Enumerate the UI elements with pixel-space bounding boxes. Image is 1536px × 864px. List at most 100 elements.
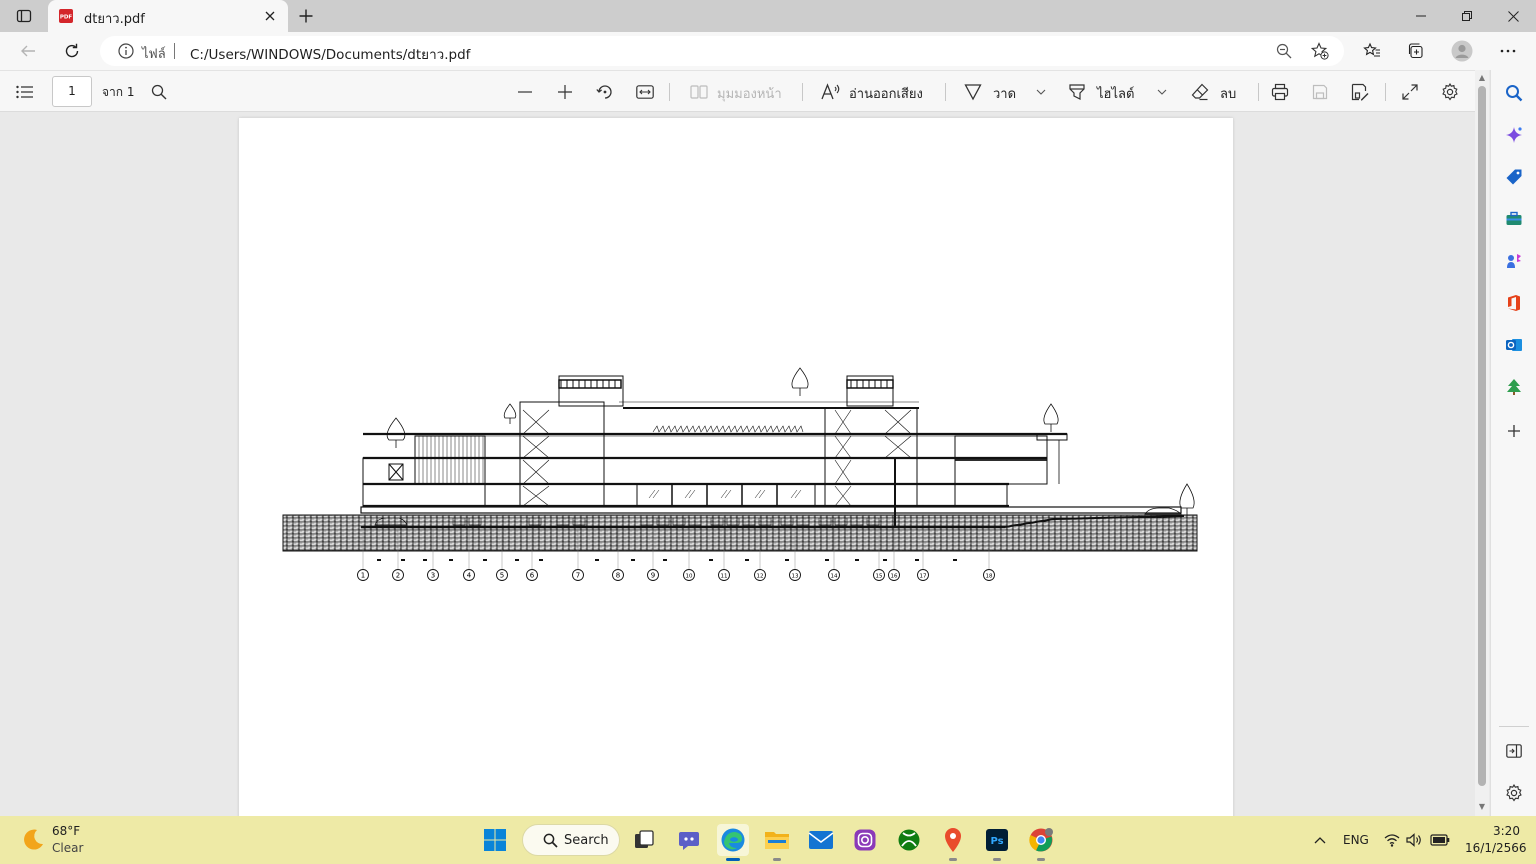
- add-favorite-icon[interactable]: [1310, 41, 1330, 61]
- add-sidebar-app-icon[interactable]: [1503, 420, 1525, 442]
- new-tab-icon[interactable]: [296, 6, 316, 26]
- highlight-icon[interactable]: [1066, 81, 1088, 103]
- tree-icon[interactable]: [1503, 376, 1525, 398]
- title-bar: PDF dtยาว.pdf: [0, 0, 1536, 32]
- page-count-label: จาก 1: [102, 85, 135, 99]
- highlight-options-chevron-icon[interactable]: [1151, 81, 1173, 103]
- pdf-viewport[interactable]: 1 2 3 4 5 6 7 8 9 10 11 12 13 14 15 16 17 18: [0, 112, 1475, 816]
- volume-icon[interactable]: [1404, 830, 1424, 850]
- page-number-input[interactable]: 1: [52, 76, 92, 107]
- grid-label: 3: [431, 572, 435, 580]
- find-icon[interactable]: [148, 81, 170, 103]
- eraser-icon[interactable]: [1189, 81, 1211, 103]
- draw-button[interactable]: วาด: [993, 83, 1016, 104]
- battery-icon[interactable]: [1430, 830, 1450, 850]
- svg-text:Ps: Ps: [990, 836, 1003, 847]
- clock-date[interactable]: 16/1/2566: [1465, 841, 1527, 855]
- zoom-out-icon[interactable]: [1274, 41, 1294, 61]
- scrollbar-thumb[interactable]: [1478, 86, 1486, 786]
- taskbar-search[interactable]: Search: [522, 824, 620, 856]
- weather-condition[interactable]: Clear: [52, 841, 83, 855]
- grid-label: 7: [576, 572, 580, 580]
- read-aloud-icon[interactable]: [820, 81, 842, 103]
- file-explorer-icon[interactable]: [761, 824, 793, 861]
- show-hidden-icons-chevron-icon[interactable]: [1310, 830, 1330, 850]
- maps-pin-icon[interactable]: [937, 824, 969, 861]
- sidebar-search-icon[interactable]: [1503, 82, 1525, 104]
- tools-briefcase-icon[interactable]: [1503, 208, 1525, 230]
- outlook-icon[interactable]: [1503, 334, 1525, 356]
- grid-label: 11: [721, 574, 728, 580]
- running-app-indicator: [949, 858, 957, 861]
- info-icon[interactable]: [118, 43, 134, 59]
- chrome-icon[interactable]: [1025, 824, 1057, 861]
- pdf-favicon-text: PDF: [60, 15, 73, 21]
- photoshop-icon[interactable]: Ps: [981, 824, 1013, 861]
- close-window-icon[interactable]: [1490, 0, 1536, 32]
- highlight-button[interactable]: ไฮไลต์: [1097, 83, 1134, 104]
- zoom-in-pdf-icon[interactable]: [554, 81, 576, 103]
- task-view-icon[interactable]: [628, 824, 660, 856]
- grid-label: 15: [876, 574, 883, 580]
- draw-options-chevron-icon[interactable]: [1030, 81, 1052, 103]
- scroll-down-icon[interactable]: ▼: [1477, 802, 1487, 812]
- sidebar-settings-icon[interactable]: [1503, 782, 1525, 804]
- xbox-icon[interactable]: [893, 824, 925, 856]
- tab-title: dtยาว.pdf: [84, 12, 145, 27]
- office-icon[interactable]: [1503, 292, 1525, 314]
- address-bar[interactable]: ไฟล์ C:/Users/WINDOWS/Documents/dtยาว.pd…: [100, 36, 1344, 66]
- building-section-drawing: 1 2 3 4 5 6 7 8 9 10 11 12 13 14 15 16 17 18: [282, 367, 1198, 581]
- copilot-sparkle-icon[interactable]: [1503, 124, 1525, 146]
- more-options-icon[interactable]: [1496, 39, 1520, 63]
- pdf-page: 1 2 3 4 5 6 7 8 9 10 11 12 13 14 15 16 17 18: [239, 118, 1233, 816]
- settings-icon[interactable]: [1439, 81, 1461, 103]
- grid-label: 17: [920, 574, 927, 580]
- instagram-icon[interactable]: [849, 824, 881, 856]
- print-icon[interactable]: [1269, 81, 1291, 103]
- minimize-icon[interactable]: [1398, 0, 1444, 32]
- refresh-icon[interactable]: [60, 39, 84, 63]
- toolbar-divider: [945, 83, 946, 101]
- read-aloud-button[interactable]: อ่านออกเสียง: [849, 83, 923, 104]
- taskbar-search-label: Search: [564, 833, 609, 848]
- wifi-icon[interactable]: [1382, 830, 1402, 850]
- erase-button[interactable]: ลบ: [1220, 83, 1236, 104]
- full-screen-icon[interactable]: [1399, 81, 1421, 103]
- grid-label: 16: [891, 574, 898, 580]
- clock-time[interactable]: 3:20: [1493, 824, 1520, 838]
- games-icon[interactable]: [1503, 250, 1525, 272]
- zoom-out-pdf-icon[interactable]: [514, 81, 536, 103]
- moon-icon[interactable]: [20, 827, 46, 853]
- scroll-up-icon[interactable]: ▲: [1477, 73, 1487, 83]
- running-app-indicator: [993, 858, 1001, 861]
- save-as-icon[interactable]: [1349, 81, 1371, 103]
- table-of-contents-icon[interactable]: [14, 81, 36, 103]
- favorites-icon[interactable]: [1360, 39, 1384, 63]
- site-info-label[interactable]: ไฟล์: [142, 43, 166, 64]
- running-app-indicator: [1037, 858, 1045, 861]
- vertical-scrollbar[interactable]: ▲ ▼: [1475, 70, 1489, 816]
- draw-icon[interactable]: [962, 81, 984, 103]
- restore-icon[interactable]: [1444, 0, 1490, 32]
- tab-active[interactable]: PDF dtยาว.pdf: [48, 0, 288, 32]
- tab-actions-icon[interactable]: [14, 6, 34, 26]
- back-icon[interactable]: [16, 39, 40, 63]
- url-text[interactable]: C:/Users/WINDOWS/Documents/dtยาว.pdf: [190, 43, 470, 65]
- shopping-tag-icon[interactable]: [1503, 166, 1525, 188]
- collections-icon[interactable]: [1404, 39, 1428, 63]
- profile-avatar[interactable]: [1450, 39, 1474, 63]
- fit-to-width-icon[interactable]: [634, 81, 656, 103]
- hide-sidebar-icon[interactable]: [1503, 740, 1525, 762]
- input-language-label[interactable]: ENG: [1343, 833, 1369, 847]
- edge-browser-icon[interactable]: [717, 824, 749, 861]
- weather-temperature[interactable]: 68°F: [52, 824, 80, 838]
- mail-icon[interactable]: [805, 824, 837, 856]
- start-button[interactable]: [479, 824, 511, 856]
- sidebar-divider: [1499, 726, 1529, 727]
- grid-label: 4: [467, 572, 472, 580]
- rotate-icon[interactable]: [594, 81, 616, 103]
- grid-label: 13: [792, 574, 799, 580]
- chat-icon[interactable]: [673, 824, 705, 856]
- grid-label: 14: [831, 574, 838, 580]
- close-tab-icon[interactable]: [260, 6, 280, 26]
